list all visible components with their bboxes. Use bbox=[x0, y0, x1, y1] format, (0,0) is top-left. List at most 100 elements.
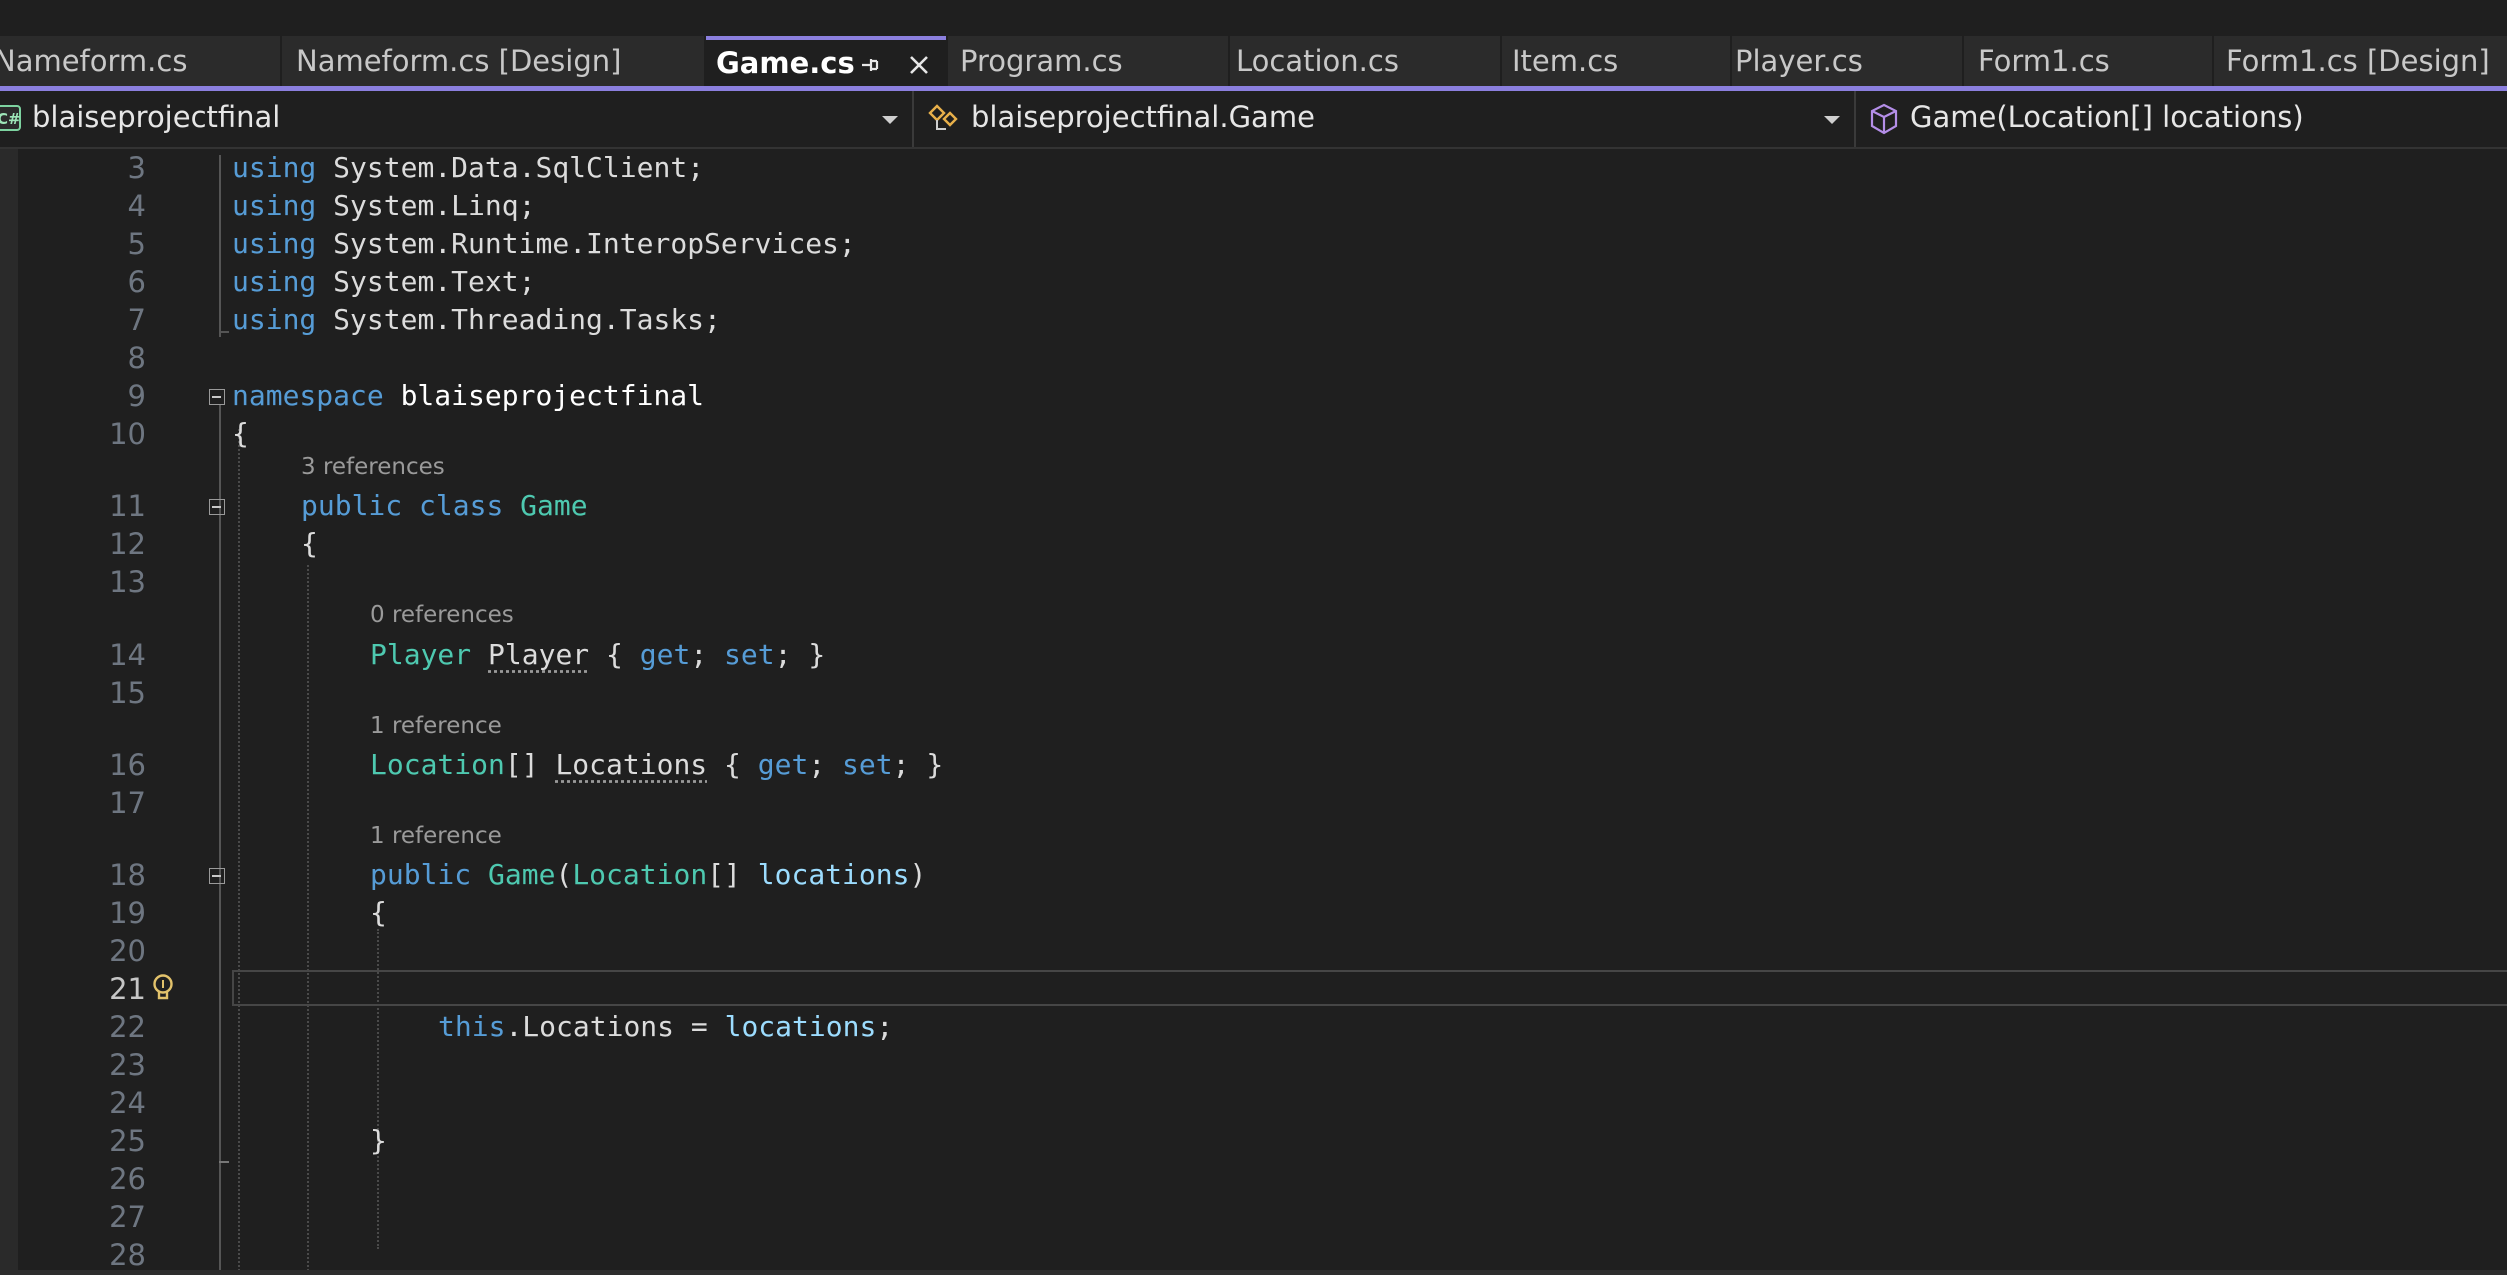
code-line: 22 this.Locations = locations; bbox=[0, 1008, 2507, 1046]
code-line: 4 using System.Linq; bbox=[0, 187, 2507, 225]
code-line: 12 { bbox=[0, 525, 2507, 563]
line-number: 3 bbox=[127, 151, 146, 185]
code-line: 26 bbox=[0, 1160, 2507, 1198]
code-line: 5 using System.Runtime.InteropServices; bbox=[0, 225, 2507, 263]
collapse-class-icon[interactable] bbox=[209, 499, 225, 515]
code-line: 14 Player Player { get; set; } bbox=[0, 636, 2507, 674]
collapse-method-icon[interactable] bbox=[209, 868, 225, 884]
code-line: 23 bbox=[0, 1046, 2507, 1084]
code-line: 18 public Game(Location[] locations) bbox=[0, 856, 2507, 894]
code-line: 28 bbox=[0, 1236, 2507, 1274]
code-text: { bbox=[232, 417, 249, 450]
type-name: blaiseprojectfinal.Game bbox=[971, 100, 1315, 134]
tab-label: Nameform.cs [Design] bbox=[296, 44, 622, 78]
code-line: 11 public class Game bbox=[0, 487, 2507, 525]
code-line: 16 Location[] Locations { get; set; } bbox=[0, 746, 2507, 784]
horizontal-scrollbar[interactable] bbox=[0, 1270, 2507, 1275]
code-line: 13 bbox=[0, 563, 2507, 601]
close-icon[interactable] bbox=[906, 52, 932, 78]
line-number: 16 bbox=[109, 748, 146, 782]
code-text: namespace blaiseprojectfinal bbox=[232, 379, 705, 412]
code-text: using System.Threading.Tasks; bbox=[232, 303, 721, 336]
code-line: 9 namespace blaiseprojectfinal bbox=[0, 377, 2507, 415]
code-line: 15 bbox=[0, 674, 2507, 712]
tab-player-cs[interactable]: Player.cs bbox=[1732, 36, 1962, 86]
code-line: 25 } bbox=[0, 1122, 2507, 1160]
code-line: 6 using System.Text; bbox=[0, 263, 2507, 301]
code-line: 17 bbox=[0, 784, 2507, 822]
line-number: 6 bbox=[127, 265, 146, 299]
line-number: 7 bbox=[127, 303, 146, 337]
tab-nameform-design[interactable]: Nameform.cs [Design] bbox=[282, 36, 704, 86]
line-number: 23 bbox=[109, 1048, 146, 1082]
tab-label: Item.cs bbox=[1512, 44, 1619, 78]
code-text: using System.Runtime.InteropServices; bbox=[232, 227, 856, 260]
code-line: 7 using System.Threading.Tasks; bbox=[0, 301, 2507, 339]
tab-label: Location.cs bbox=[1236, 44, 1399, 78]
method-cube-icon bbox=[1870, 103, 1898, 135]
collapse-namespace-icon[interactable] bbox=[209, 389, 225, 405]
code-text: using System.Text; bbox=[232, 265, 536, 298]
tab-label: Form1.cs [Design] bbox=[2226, 44, 2490, 78]
line-number: 11 bbox=[109, 489, 146, 523]
tab-nameform-cs[interactable]: Nameform.cs bbox=[0, 36, 280, 86]
code-line: 27 bbox=[0, 1198, 2507, 1236]
tab-form1-design[interactable]: Form1.cs [Design] bbox=[2214, 36, 2507, 86]
code-text: { bbox=[370, 896, 387, 929]
codelens-references[interactable]: 1 reference bbox=[370, 713, 502, 743]
code-text: using System.Linq; bbox=[232, 189, 536, 222]
member-dropdown[interactable]: Game(Location[] locations) bbox=[1858, 91, 2507, 147]
codelens-references[interactable]: 0 references bbox=[370, 602, 514, 632]
tab-label: Program.cs bbox=[960, 44, 1123, 78]
code-line: 20 bbox=[0, 932, 2507, 970]
project-name: blaiseprojectfinal bbox=[32, 100, 281, 134]
code-text: { bbox=[301, 527, 318, 560]
line-number: 14 bbox=[109, 638, 146, 672]
line-number: 13 bbox=[109, 565, 146, 599]
pin-icon[interactable] bbox=[856, 52, 882, 78]
line-number: 10 bbox=[109, 417, 146, 451]
code-text: Location[] Locations { get; set; } bbox=[370, 748, 944, 781]
line-number: 8 bbox=[127, 341, 146, 375]
line-number: 5 bbox=[127, 227, 146, 261]
tab-label: Nameform.cs bbox=[0, 44, 188, 78]
project-dropdown[interactable]: C# blaiseprojectfinal bbox=[0, 91, 914, 147]
line-number: 24 bbox=[109, 1086, 146, 1120]
code-text: public class Game bbox=[301, 489, 588, 522]
csharp-project-icon: C# bbox=[0, 105, 21, 131]
navigation-bar: C# blaiseprojectfinal blaiseprojectfinal… bbox=[0, 91, 2507, 149]
line-number: 12 bbox=[109, 527, 146, 561]
line-number: 9 bbox=[127, 379, 146, 413]
tab-location-cs[interactable]: Location.cs bbox=[1230, 36, 1500, 86]
tab-form1-cs[interactable]: Form1.cs bbox=[1964, 36, 2212, 86]
line-number: 4 bbox=[127, 189, 146, 223]
line-number: 19 bbox=[109, 896, 146, 930]
codelens-references[interactable]: 3 references bbox=[301, 454, 445, 484]
tab-game-cs[interactable]: Game.cs bbox=[706, 36, 946, 86]
tab-label: Game.cs bbox=[716, 46, 855, 80]
code-line: 8 bbox=[0, 339, 2507, 377]
line-number: 17 bbox=[109, 786, 146, 820]
line-number: 18 bbox=[109, 858, 146, 892]
line-number: 20 bbox=[109, 934, 146, 968]
chevron-down-icon bbox=[882, 116, 898, 124]
line-number: 22 bbox=[109, 1010, 146, 1044]
line-number: 26 bbox=[109, 1162, 146, 1196]
code-line-current: 21 bbox=[0, 970, 2507, 1008]
line-number: 15 bbox=[109, 676, 146, 710]
code-line: 10 { bbox=[0, 415, 2507, 453]
chevron-down-icon bbox=[1824, 116, 1840, 124]
line-number: 21 bbox=[109, 972, 146, 1006]
line-number: 25 bbox=[109, 1124, 146, 1158]
member-name: Game(Location[] locations) bbox=[1910, 100, 2304, 134]
codelens-references[interactable]: 1 reference bbox=[370, 823, 502, 853]
tab-label: Form1.cs bbox=[1978, 44, 2110, 78]
code-text: } bbox=[370, 1124, 387, 1157]
class-icon bbox=[928, 104, 958, 130]
code-line: 19 { bbox=[0, 894, 2507, 932]
type-dropdown[interactable]: blaiseprojectfinal.Game bbox=[916, 91, 1856, 147]
code-editor[interactable]: 3 using System.Data.SqlClient; 4 using S… bbox=[0, 149, 2507, 1275]
tab-program-cs[interactable]: Program.cs bbox=[948, 36, 1228, 86]
code-text: Player Player { get; set; } bbox=[370, 638, 826, 671]
tab-item-cs[interactable]: Item.cs bbox=[1502, 36, 1730, 86]
